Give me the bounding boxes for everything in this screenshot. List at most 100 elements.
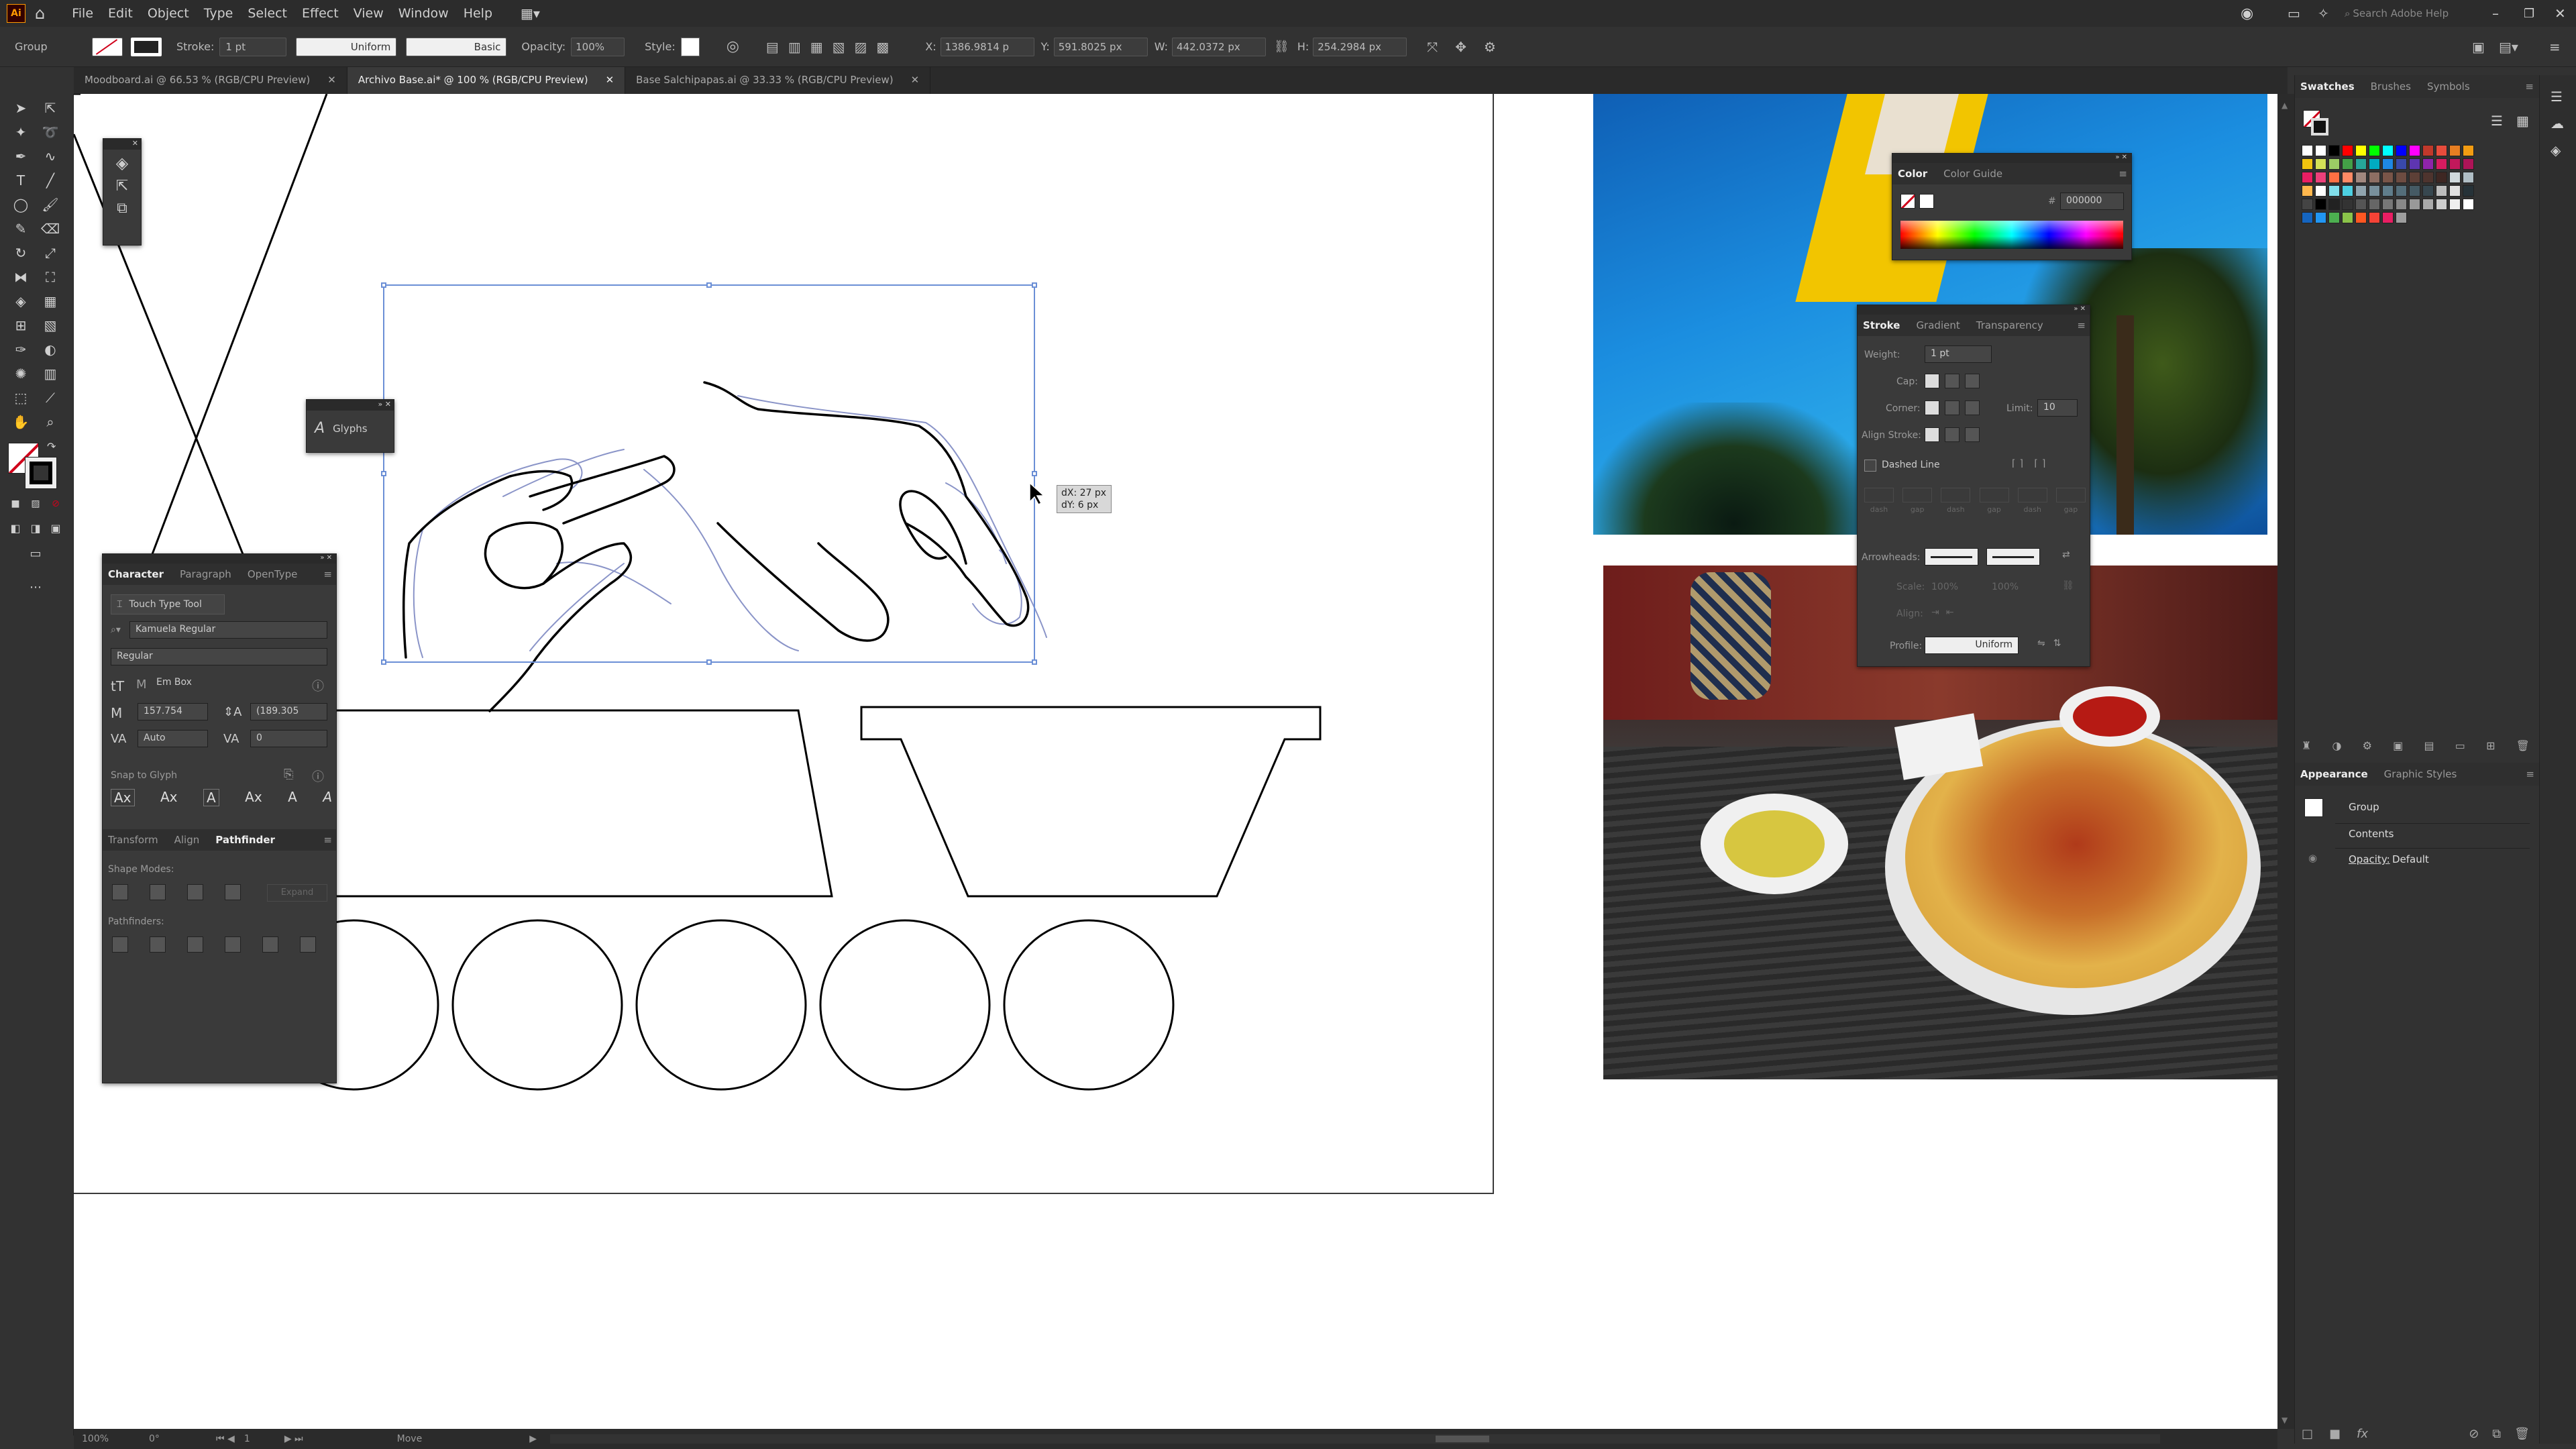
end-arrowhead-dropdown[interactable] [1986,548,2040,566]
color-swatch[interactable] [2315,172,2326,183]
flip-profile-icons[interactable]: ⇋⇅ [2037,638,2069,649]
menu-edit[interactable]: Edit [108,6,133,21]
canvas[interactable]: dX: 27 px dY: 6 px ✕ ◈ ⇱ ⧉ » ✕ A Glyphs … [74,94,2277,1429]
hex-field[interactable]: 000000 [2060,193,2124,210]
proximity-snap-icon[interactable]: Ax [245,789,262,806]
selection-tool-icon[interactable]: ➤ [11,98,31,118]
close-icon[interactable]: ✕ [2555,5,2566,21]
leading-field[interactable]: (189.305 [250,703,327,720]
color-swatch[interactable] [2302,145,2313,156]
maximize-icon[interactable]: ❐ [2524,7,2534,21]
scale-tool-icon[interactable]: ⤢ [40,243,60,263]
color-swatch[interactable] [2302,199,2313,210]
color-swatch[interactable] [2342,212,2353,223]
layers-icon[interactable]: ◈ [2551,142,2561,158]
color-swatch[interactable] [2315,212,2326,223]
tab-align[interactable]: Align [174,834,200,846]
h-field[interactable]: 254.2984 px [1313,37,1407,56]
color-swatch[interactable] [2409,172,2420,183]
tab-archivo-base[interactable]: Archivo Base.ai* @ 100 % (RGB/CPU Previe… [347,67,626,94]
appearance-opacity-label[interactable]: Opacity: [2349,853,2390,865]
tab-opentype[interactable]: OpenType [248,568,298,580]
menu-object[interactable]: Object [148,6,189,21]
workspace-switcher-icon[interactable]: ▦▾ [521,5,540,21]
baseline-snap-icon[interactable]: Ax [111,789,135,806]
draw-mode-icon[interactable]: ◧ [5,518,25,538]
color-swatch[interactable] [2436,158,2447,170]
trim-icon[interactable] [150,936,166,953]
color-swatch[interactable] [2355,145,2367,156]
color-swatch[interactable] [2302,185,2313,197]
line-tool-icon[interactable]: ╱ [40,170,60,191]
status-arrow-icon[interactable]: ▶ [529,1434,537,1444]
intersect-icon[interactable] [187,884,203,900]
stroke-color-box[interactable] [25,457,57,489]
grid-view-icon[interactable]: ▦ [2516,113,2529,129]
color-swatch[interactable] [2436,145,2447,156]
properties-icon[interactable]: ☰ [2551,89,2563,105]
symbol-sprayer-icon[interactable]: ✺ [11,364,31,384]
fill-stroke-indicator[interactable] [2303,110,2330,137]
swatch-grid[interactable] [2302,145,2530,313]
color-swatch[interactable] [2396,145,2407,156]
color-swatch[interactable] [2355,172,2367,183]
weight-field[interactable]: 1 pt [1925,345,1992,363]
tab-pathfinder[interactable]: Pathfinder [215,834,275,846]
panel-options-icon[interactable]: ▤▾ [2499,39,2518,55]
duplicate-icon[interactable]: ⧉ [2492,1427,2501,1441]
color-swatch[interactable] [2328,185,2340,197]
align-center-icon[interactable] [1925,427,1939,442]
menu-help[interactable]: Help [464,6,492,21]
scale-end-field[interactable]: 100% [1992,582,2019,592]
link-icon[interactable]: ⛓ [1274,40,1289,54]
angular-snap-icon[interactable]: A [288,789,297,806]
color-swatch[interactable] [2302,172,2313,183]
blend-tool-icon[interactable]: ◐ [40,339,60,360]
none-mode-icon[interactable]: ⊘ [46,494,66,514]
tab-stroke[interactable]: Stroke [1863,319,1900,331]
color-swatch[interactable] [2449,185,2461,197]
zoom-dropdown[interactable]: 100% [82,1434,142,1444]
color-swatch[interactable] [2302,212,2313,223]
color-swatch[interactable] [2315,158,2326,170]
font-size-field[interactable]: 157.754 [138,703,208,720]
export-icon[interactable]: ⇱ [103,178,141,195]
color-swatch[interactable] [2422,145,2434,156]
stroke-weight-field[interactable]: 1 pt [219,37,287,56]
color-swatch[interactable] [2382,172,2394,183]
slice-tool-icon[interactable]: ⟋ [40,388,60,408]
scale-start-field[interactable]: 100% [1931,582,1958,592]
tab-symbols[interactable]: Symbols [2427,80,2470,93]
color-swatch[interactable] [2409,199,2420,210]
color-swatch[interactable] [2396,185,2407,197]
rotate-dropdown[interactable]: 0° [149,1434,209,1444]
home-icon[interactable]: ⌂ [35,4,45,23]
crop-icon[interactable] [225,936,241,953]
menu-file[interactable]: File [72,6,93,21]
lasso-icon[interactable]: ➰ [40,122,60,142]
panel-menu-icon[interactable]: ≡ [2525,80,2534,93]
color-swatch[interactable] [2422,158,2434,170]
menu-window[interactable]: Window [398,6,449,21]
align-inside-icon[interactable] [1945,427,1960,442]
trash-icon[interactable]: 🗑 [2514,1427,2530,1441]
color-swatch[interactable] [2328,172,2340,183]
transform-icons[interactable]: ⤧✥⚙ [1427,39,1513,55]
gradient-mode-icon[interactable]: ▨ [25,494,46,514]
minus-back-icon[interactable] [300,936,316,953]
close-icon[interactable]: ✕ [911,74,920,86]
screen-mode-icon[interactable]: ▭ [25,543,46,564]
opacity-field[interactable]: 100% [571,37,625,56]
color-swatch[interactable] [2355,212,2367,223]
draw-inside-icon[interactable]: ▣ [46,518,66,538]
color-swatch[interactable] [2396,158,2407,170]
swap-arrowheads-icon[interactable]: ⇄ [2062,549,2070,560]
touch-type-button[interactable]: ⌶ Touch Type Tool [111,594,225,614]
pen-tool-icon[interactable]: ✒ [11,146,31,166]
vertical-scrollbar[interactable]: ▲ ▼ [2277,94,2294,1429]
color-swatch[interactable] [2342,199,2353,210]
color-swatch[interactable] [2449,145,2461,156]
color-swatch[interactable] [2396,172,2407,183]
horizontal-scrollbar[interactable] [549,1434,2160,1444]
zoom-tool-icon[interactable]: ⌕ [40,412,60,432]
